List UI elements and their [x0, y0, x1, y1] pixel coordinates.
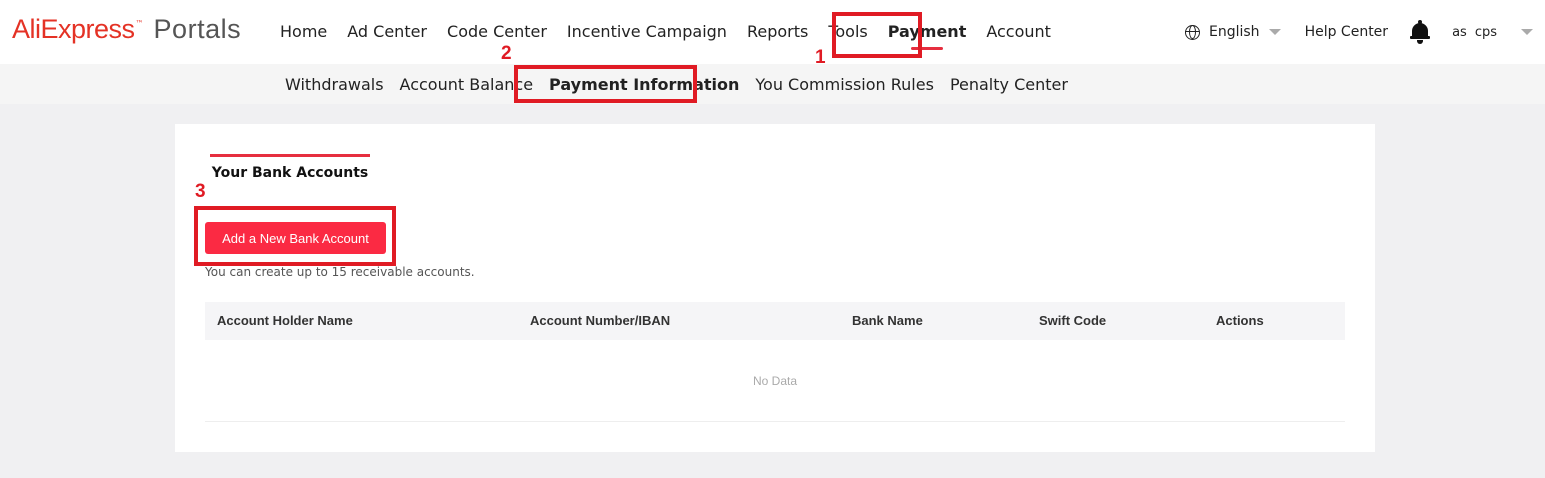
top-bar: AliExpress ™ Portals Home Ad Center Code…: [0, 0, 1545, 64]
language-label: English: [1209, 24, 1260, 40]
nav-reports[interactable]: Reports: [737, 0, 818, 64]
chevron-down-icon: [1268, 29, 1281, 35]
table-empty-state: No Data: [205, 340, 1345, 422]
subnav-account-balance[interactable]: Account Balance: [392, 75, 542, 94]
sub-nav: Withdrawals Account Balance Payment Info…: [277, 64, 1076, 104]
subnav-payment-information[interactable]: Payment Information: [541, 75, 747, 94]
user-first-name: as: [1452, 24, 1467, 40]
step-2-label: 2: [501, 43, 512, 64]
step-1-label: 1: [815, 47, 826, 68]
nav-payment[interactable]: Payment: [878, 0, 977, 64]
nav-tools[interactable]: Tools: [818, 0, 877, 64]
logo-brand: AliExpress: [12, 14, 135, 44]
column-account-holder-name: Account Holder Name: [217, 313, 353, 328]
account-limit-hint: You can create up to 15 receivable accou…: [205, 265, 475, 279]
language-selector[interactable]: English: [1185, 24, 1281, 40]
nav-home[interactable]: Home: [270, 0, 337, 64]
user-menu[interactable]: as cps: [1452, 25, 1533, 40]
step-3-label: 3: [195, 181, 206, 202]
column-account-number: Account Number/IBAN: [530, 313, 671, 328]
chevron-down-icon: [1521, 29, 1533, 35]
column-swift-code: Swift Code: [1039, 313, 1107, 328]
column-bank-name: Bank Name: [852, 313, 923, 328]
tab-your-bank-accounts[interactable]: Your Bank Accounts: [210, 154, 370, 186]
nav-account[interactable]: Account: [976, 0, 1061, 64]
subnav-penalty-center[interactable]: Penalty Center: [942, 75, 1076, 94]
main-nav: Home Ad Center Code Center Incentive Cam…: [270, 0, 1061, 64]
right-nav: English Help Center as cps: [1185, 0, 1533, 64]
logo-trademark: ™: [135, 19, 144, 28]
bank-accounts-card: Your Bank Accounts Add a New Bank Accoun…: [175, 124, 1375, 452]
subnav-commission-rules[interactable]: You Commission Rules: [747, 75, 942, 94]
column-actions: Actions: [1216, 313, 1264, 328]
table-header: Account Holder Name Account Number/IBAN …: [205, 302, 1345, 340]
nav-incentive-campaign[interactable]: Incentive Campaign: [557, 0, 737, 64]
nav-ad-center[interactable]: Ad Center: [337, 0, 437, 64]
sub-nav-bar: Withdrawals Account Balance Payment Info…: [0, 64, 1545, 104]
bell-icon[interactable]: [1410, 20, 1431, 44]
help-center-link[interactable]: Help Center: [1305, 24, 1389, 40]
logo-product: Portals: [153, 14, 242, 44]
globe-icon: [1185, 24, 1200, 40]
add-bank-account-button[interactable]: Add a New Bank Account: [205, 222, 386, 254]
subnav-withdrawals[interactable]: Withdrawals: [277, 75, 392, 94]
aliexpress-portals-logo[interactable]: AliExpress ™ Portals: [12, 14, 241, 50]
nav-code-center[interactable]: Code Center: [437, 0, 557, 64]
bank-accounts-table: Account Holder Name Account Number/IBAN …: [205, 302, 1345, 422]
user-last-name: cps: [1474, 24, 1497, 40]
